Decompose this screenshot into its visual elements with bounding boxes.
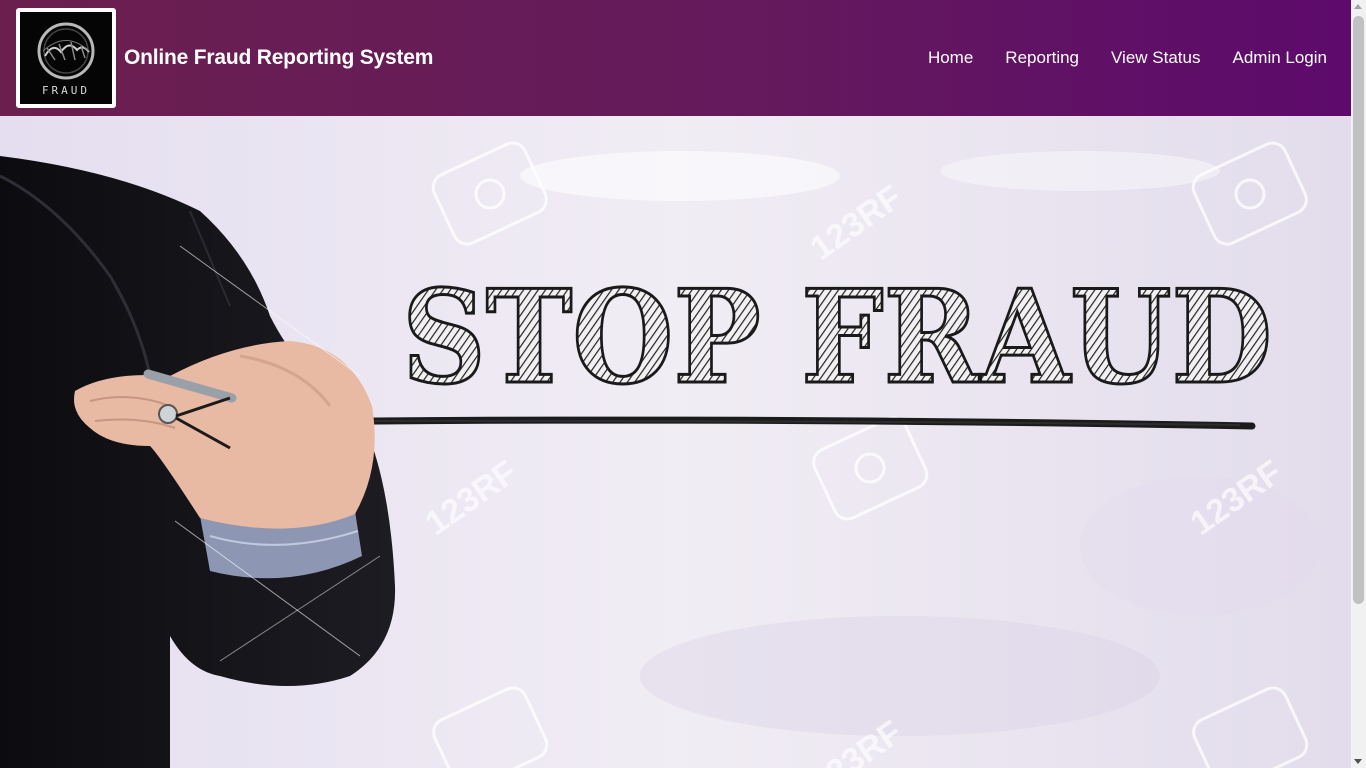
- hero-banner: 123RF 123RF 123RF 123RF 123RF 123RF STOP…: [0, 116, 1351, 768]
- scroll-up-arrow-icon[interactable]: [1354, 4, 1362, 9]
- logo-badge: FRAUD: [20, 12, 112, 104]
- scroll-down-arrow-icon[interactable]: [1354, 759, 1362, 764]
- fraud-logo-icon: [37, 22, 95, 79]
- nav-home[interactable]: Home: [912, 46, 989, 70]
- site-title[interactable]: Online Fraud Reporting System: [124, 46, 433, 70]
- hero-headline: STOP FRAUD: [402, 263, 1272, 413]
- logo-wordmark: FRAUD: [41, 83, 91, 97]
- main-nav: Home Reporting View Status Admin Login: [912, 46, 1351, 70]
- top-navbar: FRAUD Online Fraud Reporting System Home…: [0, 0, 1351, 116]
- nav-view-status[interactable]: View Status: [1095, 46, 1216, 70]
- scroll-thumb[interactable]: [1353, 16, 1364, 604]
- nav-admin-login[interactable]: Admin Login: [1216, 46, 1343, 70]
- vertical-scrollbar[interactable]: [1351, 0, 1366, 768]
- nav-reporting[interactable]: Reporting: [989, 46, 1095, 70]
- page: FRAUD Online Fraud Reporting System Home…: [0, 0, 1366, 768]
- site-logo[interactable]: FRAUD: [16, 8, 116, 108]
- stop-fraud-hero-image: 123RF 123RF 123RF 123RF 123RF 123RF STOP…: [0, 116, 1351, 768]
